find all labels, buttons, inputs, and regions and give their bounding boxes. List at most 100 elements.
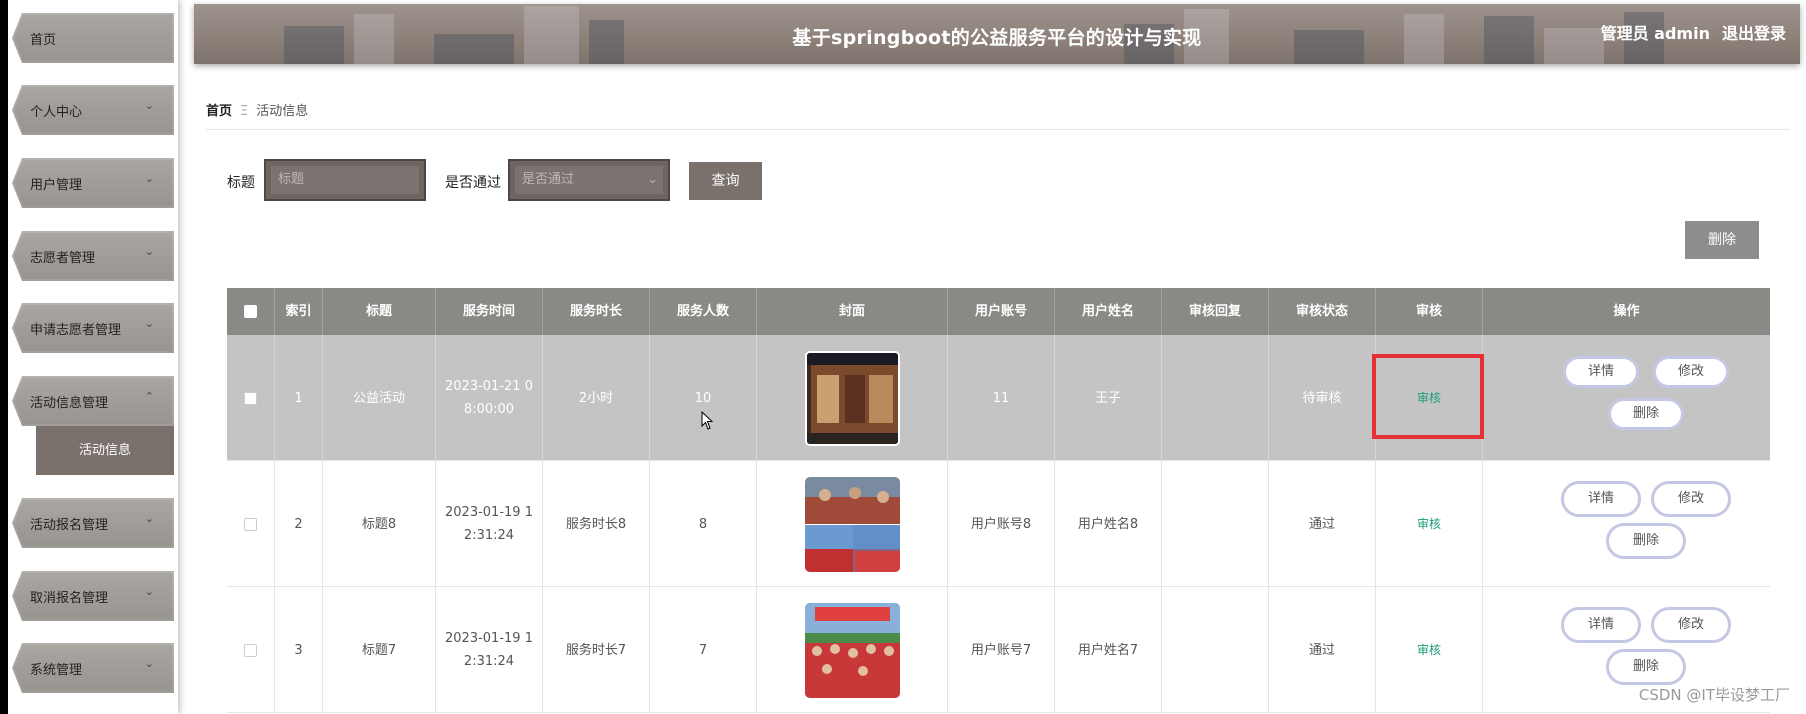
row-checkbox[interactable] bbox=[244, 643, 257, 657]
chevron-up-icon: ⌃ bbox=[144, 390, 154, 403]
row-checkbox[interactable] bbox=[244, 391, 257, 405]
passed-select-placeholder: 是否通过 bbox=[522, 172, 575, 187]
cover-image bbox=[804, 476, 900, 572]
breadcrumb-home[interactable]: 首页 bbox=[206, 104, 232, 119]
chevron-down-icon: ⌄ bbox=[144, 245, 154, 258]
sidebar: 首页 个人中心 ⌄ 用户管理 ⌄ 志愿者管理 ⌄ 申请志愿者管理 ⌄ 活动信息管… bbox=[0, 0, 178, 714]
sidebar-item-label: 用户管理 bbox=[30, 178, 83, 193]
breadcrumb-separator: Ξ bbox=[240, 104, 249, 119]
sidebar-item-apply-volunteer-management[interactable]: 申请志愿者管理 ⌄ bbox=[12, 303, 174, 353]
table-row: 1 公益活动 2023-01-21 0 8:00:00 2小时 10 11 王子 … bbox=[227, 335, 1770, 461]
service-time-line: 2023-01-19 1 bbox=[445, 505, 533, 520]
cell-reply bbox=[1162, 335, 1269, 461]
cell-index: 2 bbox=[275, 461, 323, 587]
sidebar-item-volunteer-management[interactable]: 志愿者管理 ⌄ bbox=[12, 231, 174, 281]
cell-audit: 审核 bbox=[1376, 461, 1483, 587]
col-header: 服务时间 bbox=[436, 288, 543, 335]
cell-reply bbox=[1162, 461, 1269, 587]
sidebar-item-activity-signup-management[interactable]: 活动报名管理 ⌄ bbox=[12, 498, 174, 548]
select-all-cell bbox=[227, 288, 275, 335]
service-time-line: 2:31:24 bbox=[463, 654, 515, 669]
cell-name: 王子 bbox=[1055, 335, 1162, 461]
sidebar-item-label: 申请志愿者管理 bbox=[30, 323, 122, 338]
cell-people: 10 bbox=[650, 335, 757, 461]
sidebar-item-label: 首页 bbox=[30, 33, 57, 48]
cell-audit: 审核 bbox=[1376, 587, 1483, 713]
sidebar-item-label: 志愿者管理 bbox=[30, 251, 96, 266]
cell-cover bbox=[757, 461, 948, 587]
edit-button[interactable]: 修改 bbox=[1651, 481, 1731, 517]
cell-reply bbox=[1162, 587, 1269, 713]
col-header: 服务时长 bbox=[543, 288, 650, 335]
col-header: 用户姓名 bbox=[1055, 288, 1162, 335]
logout-link[interactable]: 退出登录 bbox=[1722, 24, 1786, 43]
sidebar-item-label: 活动信息管理 bbox=[30, 396, 109, 411]
detail-button[interactable]: 详情 bbox=[1563, 356, 1639, 388]
delete-button[interactable]: 删除 bbox=[1606, 649, 1686, 685]
delete-button[interactable]: 删除 bbox=[1608, 398, 1684, 430]
sidebar-item-home[interactable]: 首页 bbox=[12, 13, 174, 63]
sidebar-subitem-activity-info[interactable]: 活动信息 bbox=[36, 426, 174, 475]
sidebar-item-personal-center[interactable]: 个人中心 ⌄ bbox=[12, 85, 174, 135]
sidebar-item-cancel-signup-management[interactable]: 取消报名管理 ⌄ bbox=[12, 571, 174, 621]
chevron-down-icon: ⌄ bbox=[144, 99, 154, 112]
sidebar-item-system-management[interactable]: 系统管理 ⌄ bbox=[12, 643, 174, 693]
cell-actions: 详情 修改 删除 bbox=[1483, 461, 1770, 587]
chevron-down-icon: ⌄ bbox=[144, 585, 154, 598]
top-header: 基于springboot的公益服务平台的设计与实现 管理员 admin 退出登录 bbox=[194, 4, 1800, 64]
edit-button[interactable]: 修改 bbox=[1653, 356, 1729, 388]
cell-status: 通过 bbox=[1269, 461, 1376, 587]
cell-name: 用户姓名7 bbox=[1055, 587, 1162, 713]
cell-status: 通过 bbox=[1269, 587, 1376, 713]
sidebar-item-activity-info-management[interactable]: 活动信息管理 ⌃ bbox=[12, 376, 174, 426]
title-search-input[interactable]: 标题 bbox=[264, 159, 426, 201]
cell-account: 用户账号8 bbox=[948, 461, 1055, 587]
service-time-line: 2023-01-19 1 bbox=[445, 631, 533, 646]
cell-account: 11 bbox=[948, 335, 1055, 461]
col-header: 审核回复 bbox=[1162, 288, 1269, 335]
passed-select[interactable]: 是否通过 ⌄ bbox=[508, 159, 670, 201]
edit-button[interactable]: 修改 bbox=[1651, 607, 1731, 643]
chevron-down-icon: ⌄ bbox=[144, 657, 154, 670]
chevron-down-icon: ⌄ bbox=[144, 172, 154, 185]
cell-index: 1 bbox=[275, 335, 323, 461]
audit-link[interactable]: 审核 bbox=[1417, 639, 1441, 662]
batch-delete-button[interactable]: 删除 bbox=[1685, 221, 1759, 259]
detail-button[interactable]: 详情 bbox=[1561, 607, 1641, 643]
sidebar-item-label: 个人中心 bbox=[30, 105, 83, 120]
service-time-line: 2023-01-21 0 bbox=[445, 379, 533, 394]
watermark: CSDN @IT毕设梦工厂 bbox=[1638, 686, 1790, 704]
cell-name: 用户姓名8 bbox=[1055, 461, 1162, 587]
audit-link[interactable]: 审核 bbox=[1417, 513, 1441, 536]
cover-image bbox=[804, 602, 900, 698]
detail-button[interactable]: 详情 bbox=[1561, 481, 1641, 517]
sidebar-edge bbox=[0, 0, 8, 714]
row-checkbox-cell bbox=[227, 461, 275, 587]
col-header: 审核状态 bbox=[1269, 288, 1376, 335]
cell-index: 3 bbox=[275, 587, 323, 713]
row-checkbox[interactable] bbox=[244, 517, 257, 531]
cell-duration: 服务时长7 bbox=[543, 587, 650, 713]
cell-people: 7 bbox=[650, 587, 757, 713]
cell-actions: 详情 修改 删除 bbox=[1483, 335, 1770, 461]
cell-cover bbox=[757, 587, 948, 713]
table-row: 3 标题7 2023-01-19 1 2:31:24 服务时长7 7 用户账号7… bbox=[227, 587, 1770, 713]
query-button[interactable]: 查询 bbox=[689, 162, 762, 200]
title-filter-label: 标题 bbox=[227, 175, 255, 191]
breadcrumb-current: 活动信息 bbox=[256, 104, 309, 119]
cell-service-time: 2023-01-21 0 8:00:00 bbox=[436, 335, 543, 461]
sidebar-item-user-management[interactable]: 用户管理 ⌄ bbox=[12, 158, 174, 208]
chevron-down-icon: ⌄ bbox=[144, 512, 154, 525]
col-header: 封面 bbox=[757, 288, 948, 335]
cell-title: 公益活动 bbox=[323, 335, 436, 461]
cell-service-time: 2023-01-19 1 2:31:24 bbox=[436, 461, 543, 587]
cell-cover bbox=[757, 335, 948, 461]
table-header: 索引 标题 服务时间 服务时长 服务人数 封面 用户账号 用户姓名 审核回复 审… bbox=[227, 288, 1770, 335]
header-user-area: 管理员 admin 退出登录 bbox=[1589, 20, 1786, 44]
select-all-checkbox[interactable] bbox=[244, 305, 257, 318]
col-header: 用户账号 bbox=[948, 288, 1055, 335]
cover-image bbox=[804, 350, 900, 446]
col-header: 服务人数 bbox=[650, 288, 757, 335]
col-header: 审核 bbox=[1376, 288, 1483, 335]
delete-button[interactable]: 删除 bbox=[1606, 523, 1686, 559]
